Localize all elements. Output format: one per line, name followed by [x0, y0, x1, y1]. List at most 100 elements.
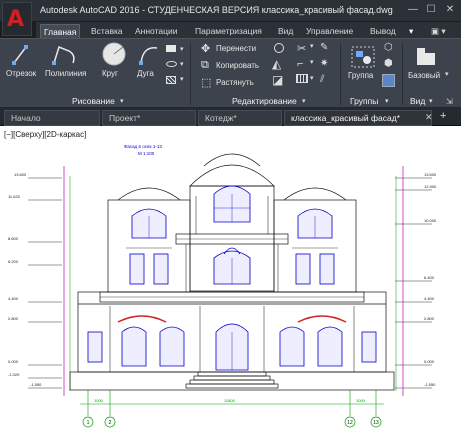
group-icon[interactable] — [350, 45, 376, 69]
level-left-9: -1.550 — [30, 382, 42, 387]
ellipse-dropdown-icon[interactable]: ▾ — [180, 60, 184, 68]
tab-classic-facade[interactable]: классика_красивый фасад* — [284, 110, 432, 126]
level-left-2: 11.620 — [8, 194, 21, 199]
modify-group-expand-icon[interactable]: ▾ — [302, 97, 306, 105]
level-right-1: 13.600 — [424, 172, 437, 177]
copy-icon[interactable]: ⧉ — [201, 59, 209, 72]
modify-group-title[interactable]: Редактирование — [232, 96, 297, 106]
tab-view[interactable]: Вид — [275, 24, 296, 38]
level-right-8: -1.550 — [424, 382, 436, 387]
minimize-icon[interactable]: — — [406, 3, 420, 17]
view-group-expand-icon[interactable]: ▾ — [429, 97, 433, 105]
trim-icon[interactable]: ✂ — [297, 42, 306, 55]
drawing-caption-1: Фасад в осях 1-13 — [124, 144, 162, 149]
title-bar: Autodesk AutoCAD 2016 - СТУДЕНЧЕСКАЯ ВЕР… — [0, 0, 461, 22]
ribbon-tab-row: Главная Вставка Аннотации Параметризация… — [36, 22, 461, 38]
base-view-label[interactable]: Базовый — [408, 71, 440, 80]
group-tool-label[interactable]: Группа — [348, 71, 373, 80]
group-select-icon[interactable] — [382, 74, 395, 87]
groups-expand-icon[interactable]: ▾ — [385, 97, 389, 105]
autocad-logo-icon: A — [7, 7, 25, 32]
arc-tool-label[interactable]: Дуга — [137, 69, 154, 78]
maximize-icon[interactable]: ☐ — [424, 3, 438, 17]
stretch-tool-label[interactable]: Растянуть — [216, 78, 254, 87]
hatch-dropdown-icon[interactable]: ▾ — [180, 75, 184, 83]
erase-icon[interactable]: ✎ — [320, 42, 328, 53]
tab-project[interactable]: Проект* — [102, 110, 196, 126]
trim-dropdown-icon[interactable]: ▾ — [310, 42, 314, 50]
ungroup-icon[interactable]: ⬡ — [384, 42, 393, 53]
base-view-icon[interactable] — [415, 45, 437, 67]
hatch-tool-icon[interactable] — [166, 76, 176, 84]
level-left-4: 6.200 — [8, 259, 19, 264]
tab-cottage[interactable]: Котедж* — [198, 110, 282, 126]
arc-tool-icon[interactable] — [138, 43, 160, 67]
groups-group-title[interactable]: Группы — [350, 96, 378, 106]
axis-label-2: 2 — [109, 420, 112, 426]
tab-home[interactable]: Главная — [40, 24, 81, 38]
left-level-marks — [28, 177, 62, 389]
draw-group-expand-icon[interactable]: ▾ — [120, 97, 124, 105]
copy-tool-label[interactable]: Копировать — [216, 61, 259, 70]
stretch-icon[interactable]: ⬚ — [201, 76, 211, 89]
array-icon[interactable] — [296, 74, 308, 83]
level-right-2: 12.900 — [424, 184, 437, 189]
panel-options-icon[interactable]: ⇲ — [446, 97, 453, 106]
fillet-dropdown-icon[interactable]: ▾ — [310, 58, 314, 66]
tab-annotate[interactable]: Аннотации — [132, 24, 181, 38]
tab-parametric[interactable]: Параметризация — [192, 24, 265, 38]
polyline-tool-label[interactable]: Полилиния — [45, 69, 87, 78]
facade-drawing: Фасад в осях 1-13 М 1:100 13.600 11.620 … — [8, 144, 437, 428]
level-right-4: 6.400 — [424, 275, 435, 280]
tab-start[interactable]: Начало — [4, 110, 100, 126]
tab-insert[interactable]: Вставка — [88, 24, 126, 38]
level-left-8: -1.020 — [8, 372, 20, 377]
drawing-canvas[interactable]: [−][Сверху][2D-каркас] Фасад в осях 1-13… — [0, 126, 461, 433]
fillet-icon[interactable]: ⌐ — [297, 58, 303, 70]
close-icon[interactable]: ✕ — [443, 3, 457, 17]
axis-label-12: 12 — [347, 420, 353, 426]
dim-bottom-2: 11500 — [224, 398, 236, 403]
application-menu-button[interactable]: A — [2, 2, 32, 36]
level-right-3: 10.000 — [424, 218, 437, 223]
tab-overflow-icon[interactable]: ▾ — [406, 24, 416, 38]
ellipse-tool-icon[interactable] — [166, 61, 177, 67]
close-tab-icon[interactable]: ✕ — [425, 112, 433, 123]
group-edit-icon[interactable]: ⬢ — [384, 58, 393, 69]
draw-group-title[interactable]: Рисование — [72, 96, 115, 106]
rectangle-dropdown-icon[interactable]: ▾ — [180, 45, 184, 53]
axis-label-13: 13 — [373, 420, 379, 426]
ribbon-separator — [190, 43, 191, 105]
tab-collapse-icon[interactable]: ▣ ▾ — [428, 24, 449, 38]
polyline-tool-icon[interactable] — [51, 43, 79, 67]
base-view-dropdown-icon[interactable]: ▾ — [445, 70, 449, 78]
level-left-3: 8.600 — [8, 236, 19, 241]
tab-output[interactable]: Вывод — [367, 24, 399, 38]
level-right-5: 4.400 — [424, 296, 435, 301]
explode-icon[interactable]: ✷ — [320, 58, 328, 69]
line-tool-icon[interactable] — [11, 41, 29, 67]
move-icon[interactable]: ✥ — [201, 42, 210, 55]
axis-label-1: 1 — [87, 420, 90, 426]
offset-icon[interactable]: ⫽ — [320, 74, 324, 85]
mirror-icon[interactable]: ◭ — [272, 57, 281, 71]
line-tool-label[interactable]: Отрезок — [6, 69, 36, 78]
ribbon-separator — [402, 43, 403, 105]
document-tab-bar: Начало Проект* Котедж* классика_красивый… — [0, 108, 461, 126]
tab-manage[interactable]: Управление — [303, 24, 356, 38]
drawing-caption-2: М 1:100 — [138, 151, 155, 156]
circle-tool-icon[interactable] — [101, 41, 127, 67]
new-tab-icon[interactable]: + — [440, 110, 446, 122]
array-dropdown-icon[interactable]: ▾ — [310, 74, 314, 82]
rectangle-tool-icon[interactable] — [166, 45, 176, 52]
level-right-7: 0.000 — [424, 359, 435, 364]
rotate-icon[interactable] — [274, 43, 284, 53]
level-left-1: 13.600 — [14, 172, 27, 177]
scale-icon[interactable]: ◪ — [272, 73, 283, 87]
circle-tool-label[interactable]: Круг — [102, 69, 118, 78]
view-group-title[interactable]: Вид — [410, 96, 425, 106]
level-left-6: 2.800 — [8, 316, 19, 321]
level-left-5: 4.400 — [8, 296, 19, 301]
move-tool-label[interactable]: Перенести — [216, 44, 256, 53]
level-left-7: 0.000 — [8, 359, 19, 364]
